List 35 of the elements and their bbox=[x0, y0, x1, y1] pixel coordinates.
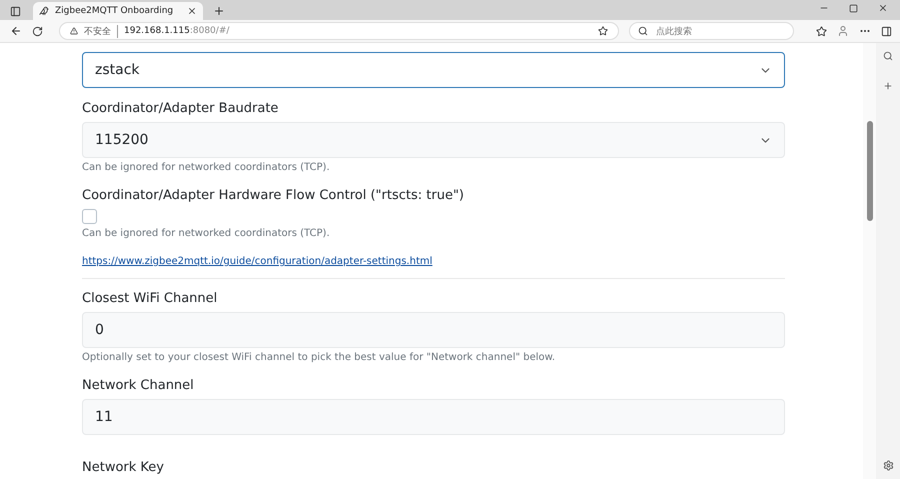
warning-icon bbox=[70, 27, 78, 35]
restore-icon[interactable] bbox=[849, 3, 858, 13]
adapter-settings-link[interactable]: https://www.zigbee2mqtt.io/guide/configuration/adapter-settings.html bbox=[82, 256, 432, 267]
checkbox[interactable] bbox=[82, 209, 97, 224]
field-label: Closest WiFi Channel bbox=[82, 290, 218, 308]
close-icon[interactable] bbox=[187, 6, 197, 16]
add-icon[interactable] bbox=[883, 81, 893, 91]
field-label: Coordinator/Adapter Hardware Flow Control ("rtscts: true") bbox=[82, 187, 466, 205]
help-text: Can be ignored for networked coordinators (TCP). bbox=[82, 227, 331, 241]
reload-icon[interactable] bbox=[32, 26, 43, 36]
new-tab-icon[interactable] bbox=[213, 5, 225, 17]
field-label: Network Key bbox=[82, 459, 165, 477]
back-icon[interactable] bbox=[10, 25, 22, 37]
field-label: Coordinator/Adapter Baudrate bbox=[82, 100, 280, 118]
scrollbar[interactable] bbox=[863, 43, 876, 479]
input-field[interactable]: 0 bbox=[82, 312, 785, 348]
security-label: 不安全 bbox=[84, 24, 118, 38]
input-field[interactable]: 11 bbox=[82, 399, 785, 435]
address-bar[interactable]: 不安全 192.168.1.115:8080/#/ bbox=[59, 22, 619, 40]
select-field[interactable]: 115200 bbox=[82, 122, 785, 158]
help-text: Optionally set to your closest WiFi channel to pick the best value for "Network channel" below. bbox=[82, 351, 556, 365]
search-field[interactable]: 点此搜索 bbox=[629, 22, 794, 40]
close-icon[interactable] bbox=[878, 3, 888, 13]
browser-tab[interactable]: Zigbee2MQTT Onboarding bbox=[33, 2, 203, 20]
settings-icon[interactable] bbox=[882, 460, 894, 471]
sidebar-icon[interactable] bbox=[881, 26, 892, 36]
profile-icon[interactable] bbox=[837, 25, 849, 37]
help-text: Can be ignored for networked coordinators (TCP). bbox=[82, 161, 331, 175]
select-field[interactable]: zstack bbox=[82, 52, 785, 88]
sidebar-toggle-icon[interactable] bbox=[10, 6, 21, 17]
search-icon[interactable] bbox=[883, 51, 893, 61]
favorites-icon[interactable] bbox=[816, 26, 827, 36]
search-icon bbox=[638, 26, 648, 36]
star-icon[interactable] bbox=[598, 26, 608, 36]
field-label: Network Channel bbox=[82, 377, 195, 395]
